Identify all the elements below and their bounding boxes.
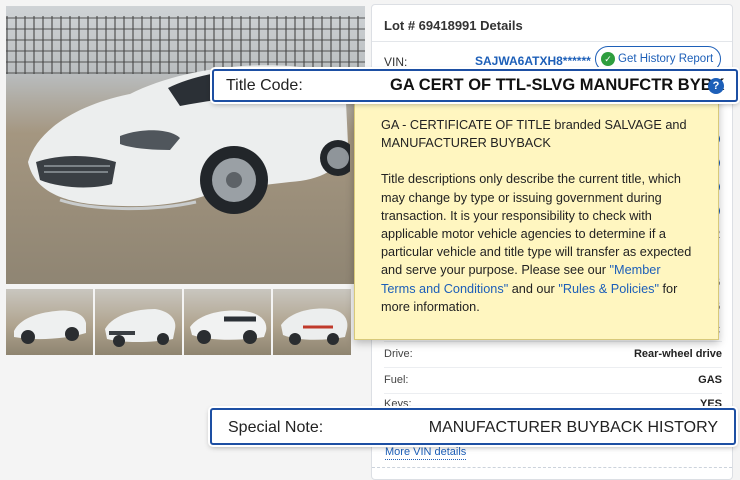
detail-row-fuel: Fuel: GAS <box>384 370 722 392</box>
thumbnail-4[interactable] <box>273 289 351 355</box>
detail-row-drive: Drive: Rear-wheel drive <box>384 344 722 366</box>
history-button-label: Get History Report <box>618 53 714 65</box>
tooltip-summary: GA - CERTIFICATE OF TITLE branded SALVAG… <box>381 118 687 151</box>
thumbnail-strip <box>6 289 351 355</box>
rules-policies-link[interactable]: "Rules & Policies" <box>558 282 659 296</box>
panel-divider <box>372 41 732 42</box>
row-divider <box>384 367 722 368</box>
title-code-tooltip: GA - CERTIFICATE OF TITLE branded SALVAG… <box>354 95 719 340</box>
row-label: Fuel: <box>384 374 409 386</box>
special-note-label: Special Note: <box>228 419 324 436</box>
lot-details-title: Lot # 69418991 Details <box>384 18 523 33</box>
special-note-callout: Special Note: MANUFACTURER BUYBACK HISTO… <box>210 408 736 445</box>
row-value: GAS <box>698 374 722 386</box>
title-code-label: Title Code: <box>226 77 303 94</box>
more-vin-details-link[interactable]: More VIN details <box>385 446 467 460</box>
vin-label: VIN: <box>384 55 408 69</box>
row-divider <box>384 341 722 342</box>
title-code-callout: Title Code: GA CERT OF TTL-SLVG MANUFCTR… <box>212 69 738 102</box>
tooltip-body: Title descriptions only describe the cur… <box>381 172 692 314</box>
thumbnail-3[interactable] <box>184 289 271 355</box>
title-code-value: GA CERT OF TTL-SLVG MANUFCTR BYBK <box>390 76 725 94</box>
row-label: Drive: <box>384 348 413 360</box>
panel-bottom-divider <box>372 467 732 468</box>
special-note-value: MANUFACTURER BUYBACK HISTORY <box>428 419 718 436</box>
question-circle-icon[interactable]: ? <box>708 78 724 94</box>
thumbnail-2[interactable] <box>95 289 182 355</box>
main-vehicle-photo[interactable] <box>6 6 365 284</box>
thumbnail-1[interactable] <box>6 289 93 355</box>
check-circle-icon: ✓ <box>601 52 615 66</box>
row-value: Rear-wheel drive <box>633 348 722 360</box>
vin-value: SAJWA6ATXH8****** <box>475 54 591 68</box>
